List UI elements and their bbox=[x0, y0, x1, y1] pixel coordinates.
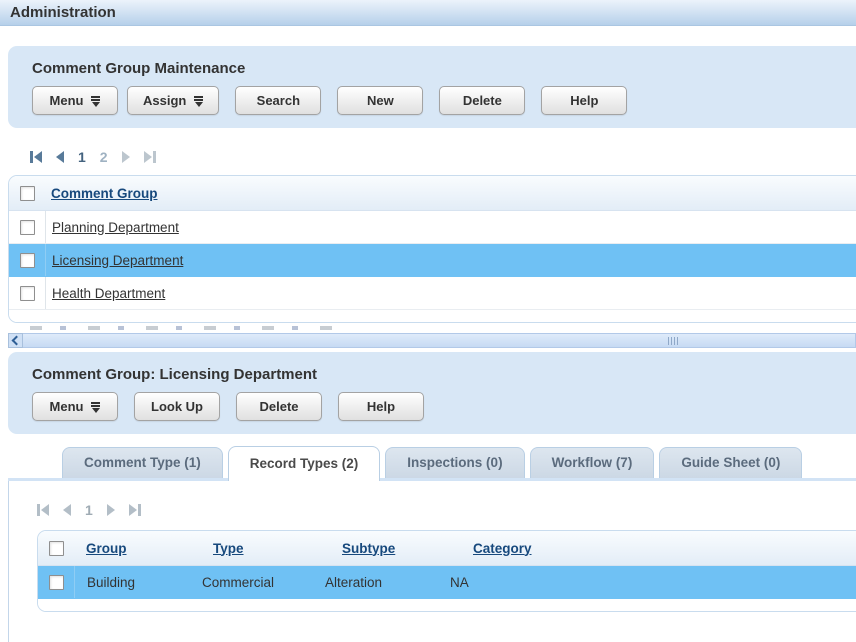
category-column-header[interactable]: Category bbox=[473, 541, 856, 556]
detail-delete-button-label: Delete bbox=[259, 399, 298, 414]
dropdown-icon bbox=[91, 96, 100, 107]
tab-workflow[interactable]: Workflow (7) bbox=[530, 447, 655, 478]
assign-button-label: Assign bbox=[143, 93, 186, 108]
detail-panel-title: Comment Group: Licensing Department bbox=[32, 366, 850, 383]
new-button[interactable]: New bbox=[337, 86, 423, 115]
subtype-cell: Alteration bbox=[325, 575, 450, 590]
tab-record-types[interactable]: Record Types (2) bbox=[228, 446, 381, 481]
tab-guide-sheet[interactable]: Guide Sheet (0) bbox=[659, 447, 802, 478]
detail-menu-button-label: Menu bbox=[50, 399, 84, 414]
category-cell: NA bbox=[450, 575, 856, 590]
row-checkbox-cell bbox=[38, 566, 75, 598]
lookup-button[interactable]: Look Up bbox=[134, 392, 220, 421]
detail-help-button[interactable]: Help bbox=[338, 392, 424, 421]
row-checkbox[interactable] bbox=[20, 220, 35, 235]
table-footer-strip bbox=[9, 310, 856, 322]
detail-delete-button[interactable]: Delete bbox=[236, 392, 322, 421]
type-column-header[interactable]: Type bbox=[213, 541, 336, 556]
group-cell: Building bbox=[75, 575, 202, 590]
table-row[interactable]: Planning Department bbox=[9, 211, 856, 244]
group-list-pagination: 1 2 bbox=[30, 149, 856, 165]
row-checkbox[interactable] bbox=[20, 286, 35, 301]
page-2-link[interactable]: 2 bbox=[100, 149, 108, 165]
page-title: Administration bbox=[10, 4, 116, 21]
help-button[interactable]: Help bbox=[541, 86, 627, 115]
detail-toolbar: Menu Look Up Delete Help bbox=[32, 392, 850, 421]
last-page-icon[interactable] bbox=[144, 151, 156, 163]
record-types-pagination: 1 bbox=[37, 502, 856, 518]
first-page-icon[interactable] bbox=[30, 151, 42, 163]
menu-button-label: Menu bbox=[50, 93, 84, 108]
tab-comment-type[interactable]: Comment Type (1) bbox=[62, 447, 223, 478]
detail-tabs: Comment Type (1) Record Types (2) Inspec… bbox=[8, 446, 856, 481]
comment-group-link[interactable]: Licensing Department bbox=[52, 253, 183, 268]
splitter-collapse-button[interactable] bbox=[8, 333, 23, 348]
header-checkbox-cell bbox=[9, 176, 45, 210]
maintenance-panel-title: Comment Group Maintenance bbox=[32, 60, 850, 77]
select-all-checkbox[interactable] bbox=[20, 186, 35, 201]
table-row[interactable]: Health Department bbox=[9, 277, 856, 310]
app-header: Administration bbox=[0, 0, 856, 26]
row-checkbox-cell bbox=[9, 277, 46, 309]
clipped-row-remnant bbox=[30, 326, 340, 330]
delete-button[interactable]: Delete bbox=[439, 86, 525, 115]
search-button[interactable]: Search bbox=[235, 86, 321, 115]
subtype-column-header[interactable]: Subtype bbox=[342, 541, 467, 556]
dropdown-icon bbox=[91, 402, 100, 413]
detail-help-button-label: Help bbox=[367, 399, 395, 414]
prev-page-icon[interactable] bbox=[56, 151, 64, 163]
select-all-checkbox[interactable] bbox=[49, 541, 64, 556]
maintenance-toolbar: Menu Assign Search New Delete Help bbox=[32, 86, 850, 115]
lookup-button-label: Look Up bbox=[151, 399, 203, 414]
detail-menu-button[interactable]: Menu bbox=[32, 392, 118, 421]
table-header-row: Group Type Subtype Category bbox=[38, 531, 856, 566]
search-button-label: Search bbox=[257, 93, 300, 108]
maintenance-panel: Comment Group Maintenance Menu Assign Se… bbox=[8, 46, 856, 128]
help-button-label: Help bbox=[570, 93, 598, 108]
comment-group-table: Comment Group Planning Department Licens… bbox=[8, 175, 856, 323]
comment-group-link[interactable]: Health Department bbox=[52, 286, 165, 301]
detail-panel: Comment Group: Licensing Department Menu… bbox=[8, 352, 856, 434]
prev-page-icon[interactable] bbox=[63, 504, 71, 516]
next-page-icon[interactable] bbox=[122, 151, 130, 163]
table-footer-strip bbox=[38, 599, 856, 611]
header-checkbox-cell bbox=[38, 531, 74, 565]
row-checkbox[interactable] bbox=[49, 575, 64, 590]
first-page-icon[interactable] bbox=[37, 504, 49, 516]
next-page-icon[interactable] bbox=[107, 504, 115, 516]
menu-button[interactable]: Menu bbox=[32, 86, 118, 115]
record-types-table: Group Type Subtype Category Building Com… bbox=[37, 530, 856, 612]
table-row-selected[interactable]: Licensing Department bbox=[9, 244, 856, 277]
row-checkbox-cell bbox=[9, 244, 46, 276]
horizontal-splitter bbox=[8, 333, 856, 348]
chevron-left-icon bbox=[12, 336, 22, 346]
row-checkbox-cell bbox=[9, 211, 46, 243]
comment-group-column-header[interactable]: Comment Group bbox=[51, 186, 158, 201]
type-cell: Commercial bbox=[202, 575, 325, 590]
delete-button-label: Delete bbox=[463, 93, 502, 108]
row-checkbox[interactable] bbox=[20, 253, 35, 268]
comment-group-link[interactable]: Planning Department bbox=[52, 220, 179, 235]
record-types-content: 1 Group Type Subtype Category Building C… bbox=[8, 481, 856, 642]
assign-button[interactable]: Assign bbox=[127, 86, 219, 115]
table-header-row: Comment Group bbox=[9, 176, 856, 211]
current-page-number[interactable]: 1 bbox=[78, 149, 86, 165]
group-column-header[interactable]: Group bbox=[80, 541, 207, 556]
splitter-track[interactable] bbox=[23, 333, 856, 348]
dropdown-icon bbox=[194, 96, 203, 107]
new-button-label: New bbox=[367, 93, 394, 108]
current-page-number[interactable]: 1 bbox=[85, 502, 93, 518]
splitter-grip-icon[interactable] bbox=[668, 337, 680, 345]
tab-inspections[interactable]: Inspections (0) bbox=[385, 447, 524, 478]
table-row-selected[interactable]: Building Commercial Alteration NA bbox=[38, 566, 856, 599]
last-page-icon[interactable] bbox=[129, 504, 141, 516]
